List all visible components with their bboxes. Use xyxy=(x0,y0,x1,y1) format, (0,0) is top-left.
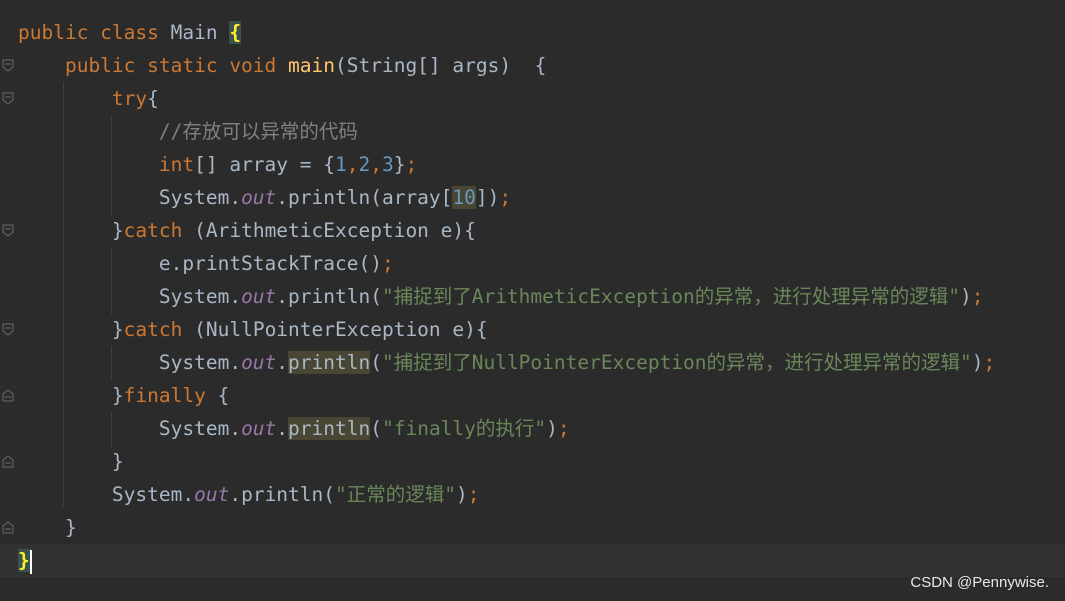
code-line[interactable]: public static void main(String[] args) { xyxy=(0,49,1065,82)
code-line[interactable]: e.printStackTrace(); xyxy=(0,247,1065,280)
code-token: ; xyxy=(467,483,480,506)
code-line[interactable]: } xyxy=(0,445,1065,478)
code-token: .println( xyxy=(276,285,382,308)
code-token: "正常的逻辑" xyxy=(335,483,456,506)
code-line[interactable]: }catch (NullPointerException e){ xyxy=(0,313,1065,346)
code-token: main xyxy=(288,54,335,77)
code-line[interactable]: }finally { xyxy=(0,379,1065,412)
code-token: ; xyxy=(381,252,394,275)
code-token: try xyxy=(18,87,148,110)
code-token: (NullPointerException e){ xyxy=(194,318,488,341)
code-token: 2 xyxy=(358,153,371,176)
code-token: finally xyxy=(123,384,218,407)
code-token: System. xyxy=(18,285,242,308)
code-token: } xyxy=(18,384,124,407)
code-token: ]) xyxy=(475,186,500,209)
code-line[interactable]: }catch (ArithmeticException e){ xyxy=(0,214,1065,247)
code-token: System. xyxy=(18,351,242,374)
code-editor[interactable]: public class Main { public static void m… xyxy=(0,0,1065,601)
code-line[interactable]: System.out.println("正常的逻辑"); xyxy=(0,478,1065,511)
code-token: } xyxy=(18,450,124,473)
code-token: 10 xyxy=(452,186,476,209)
code-token: public static void xyxy=(18,54,289,77)
code-token: ; xyxy=(557,417,570,440)
code-token: ; xyxy=(971,285,984,308)
code-token: catch xyxy=(123,219,195,242)
code-token: "finally的执行" xyxy=(381,417,547,440)
code-token: { xyxy=(147,87,159,110)
code-token: } xyxy=(393,153,406,176)
code-token: out xyxy=(241,186,277,209)
code-token: . xyxy=(276,351,289,374)
code-token: Main xyxy=(170,21,230,44)
code-token: "捕捉到了ArithmeticException的异常，进行处理异常的逻辑" xyxy=(381,285,961,308)
code-token: 3 xyxy=(382,153,394,176)
text-caret xyxy=(29,549,32,574)
code-token: out xyxy=(241,285,277,308)
code-token: out xyxy=(241,417,277,440)
code-line[interactable]: } xyxy=(0,544,1065,577)
code-token: ) xyxy=(971,351,984,374)
code-token: 1 xyxy=(335,153,347,176)
code-line[interactable]: int[] array = {1,2,3}; xyxy=(0,148,1065,181)
code-token: ; xyxy=(405,153,418,176)
code-token: System. xyxy=(18,417,242,440)
code-token: } xyxy=(18,549,30,572)
code-token: } xyxy=(18,219,124,242)
watermark: CSDN @Pennywise. xyxy=(910,574,1049,591)
code-token: out xyxy=(194,483,230,506)
code-token: ( xyxy=(370,417,382,440)
code-token: println xyxy=(288,351,371,374)
code-token: e.printStackTrace() xyxy=(18,252,382,275)
code-token: , xyxy=(346,153,359,176)
code-token: { xyxy=(229,21,242,44)
code-token: (String[] args) { xyxy=(335,54,547,77)
code-token: ( xyxy=(370,351,382,374)
code-token: System. xyxy=(18,186,242,209)
code-token: } xyxy=(18,516,77,539)
code-line[interactable]: //存放可以异常的代码 xyxy=(0,115,1065,148)
code-token: ; xyxy=(499,186,512,209)
code-token: .println( xyxy=(229,483,336,506)
code-line[interactable]: System.out.println("finally的执行"); xyxy=(0,412,1065,445)
code-token: (ArithmeticException e){ xyxy=(194,219,476,242)
code-token: ; xyxy=(983,351,996,374)
code-line[interactable]: } xyxy=(0,511,1065,544)
code-token: .println(array[ xyxy=(276,186,453,209)
code-line[interactable]: System.out.println("捕捉到了ArithmeticExcept… xyxy=(0,280,1065,313)
code-token: { xyxy=(217,384,230,407)
code-token: int xyxy=(18,153,195,176)
code-token: System. xyxy=(18,483,195,506)
code-token: . xyxy=(276,417,289,440)
code-token: ) xyxy=(546,417,558,440)
code-token: , xyxy=(370,153,382,176)
code-line[interactable]: System.out.println(array[10]); xyxy=(0,181,1065,214)
code-token: //存放可以异常的代码 xyxy=(18,120,358,143)
code-token: [] array = { xyxy=(194,153,335,176)
code-token: public class xyxy=(18,21,171,44)
code-token: "捕捉到了NullPointerException的异常，进行处理异常的逻辑" xyxy=(381,351,972,374)
code-token: ) xyxy=(456,483,468,506)
code-token: } xyxy=(18,318,124,341)
code-line[interactable]: System.out.println("捕捉到了NullPointerExcep… xyxy=(0,346,1065,379)
code-line[interactable]: public class Main { xyxy=(0,16,1065,49)
code-token: ) xyxy=(960,285,972,308)
code-token: out xyxy=(241,351,277,374)
code-line[interactable]: try{ xyxy=(0,82,1065,115)
code-token: catch xyxy=(123,318,195,341)
code-token: println xyxy=(288,417,371,440)
